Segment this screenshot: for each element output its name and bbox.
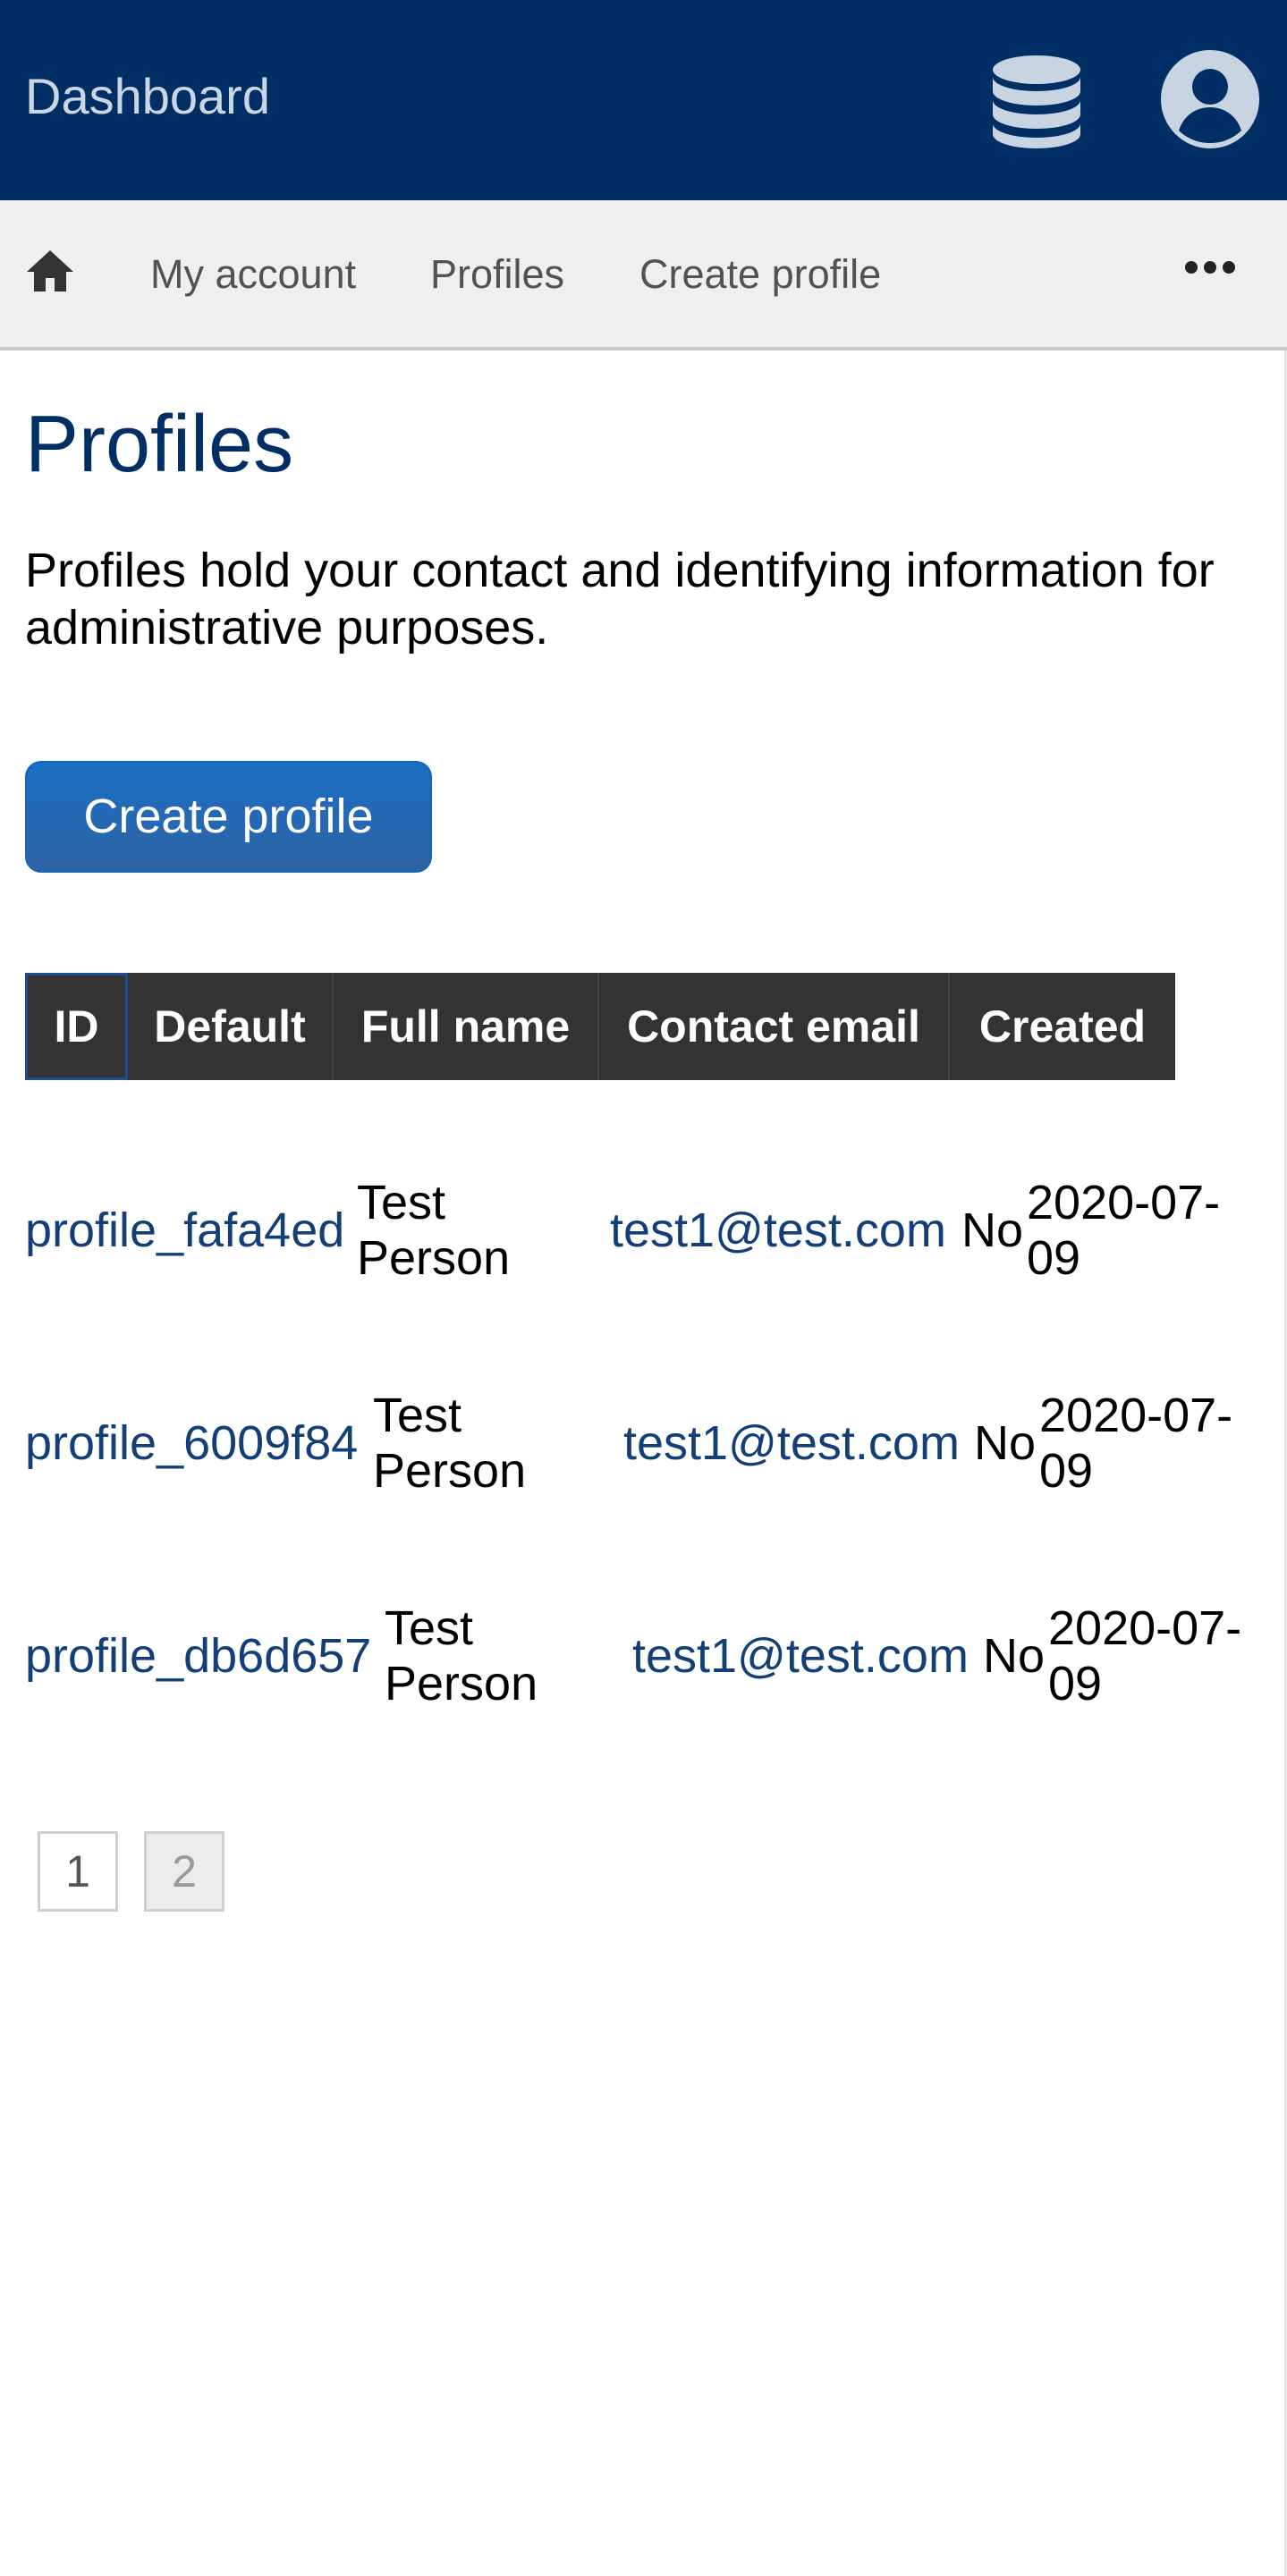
created-date-line1: 2020-07- — [1027, 1176, 1221, 1229]
created-date-line2: 09 — [1039, 1444, 1094, 1498]
default-value: No — [974, 1416, 1037, 1470]
user-account-icon[interactable] — [1159, 48, 1261, 150]
table-row: profile_6009f84 Test Person test1@test.c… — [25, 1388, 1277, 1499]
default-value: No — [961, 1204, 1024, 1257]
default-value: No — [983, 1629, 1046, 1683]
table-row: profile_db6d657 Test Person test1@test.c… — [25, 1600, 1277, 1711]
created-date-line1: 2020-07- — [1039, 1389, 1233, 1442]
profile-id-link[interactable]: profile_6009f84 — [25, 1415, 358, 1471]
column-header-contact-email[interactable]: Contact email — [599, 973, 950, 1080]
nav-profiles[interactable]: Profiles — [430, 250, 564, 299]
pagination-page-1[interactable]: 1 — [38, 1831, 118, 1912]
page-title: Profiles — [25, 400, 294, 489]
app-title[interactable]: Dashboard — [25, 66, 270, 127]
database-icon[interactable] — [986, 48, 1088, 150]
full-name-first: Test — [373, 1389, 462, 1442]
nav-my-account[interactable]: My account — [150, 250, 356, 299]
contact-email-link[interactable]: test1@test.com — [623, 1415, 960, 1471]
created-date-line2: 09 — [1048, 1657, 1103, 1710]
nav-create-profile[interactable]: Create profile — [639, 250, 881, 299]
full-name-first: Test — [357, 1176, 446, 1229]
created-date-line2: 09 — [1027, 1231, 1081, 1285]
column-header-full-name[interactable]: Full name — [334, 973, 599, 1080]
create-profile-button[interactable]: Create profile — [25, 761, 432, 873]
column-header-id[interactable]: ID — [25, 973, 128, 1080]
profile-id-link[interactable]: profile_fafa4ed — [25, 1203, 344, 1258]
ellipsis-icon[interactable] — [1182, 258, 1238, 277]
created-date-line1: 2020-07- — [1048, 1601, 1242, 1655]
table-header: ID Default Full name Contact email Creat… — [25, 973, 1175, 1080]
top-header: Dashboard — [0, 0, 1287, 200]
pagination-page-2[interactable]: 2 — [144, 1831, 224, 1912]
column-header-created[interactable]: Created — [950, 973, 1175, 1080]
full-name-last: Person — [385, 1657, 538, 1710]
full-name-last: Person — [357, 1231, 511, 1285]
contact-email-link[interactable]: test1@test.com — [632, 1628, 969, 1684]
contact-email-link[interactable]: test1@test.com — [610, 1203, 946, 1258]
column-header-default[interactable]: Default — [128, 973, 334, 1080]
nav-bar: My account Profiles Create profile — [0, 200, 1287, 351]
home-icon[interactable] — [23, 245, 77, 299]
full-name-last: Person — [373, 1444, 527, 1498]
profile-id-link[interactable]: profile_db6d657 — [25, 1628, 371, 1684]
full-name-first: Test — [385, 1601, 474, 1655]
page-intro: Profiles hold your contact and identifyi… — [25, 544, 1215, 655]
table-row: profile_fafa4ed Test Person test1@test.c… — [25, 1175, 1277, 1286]
